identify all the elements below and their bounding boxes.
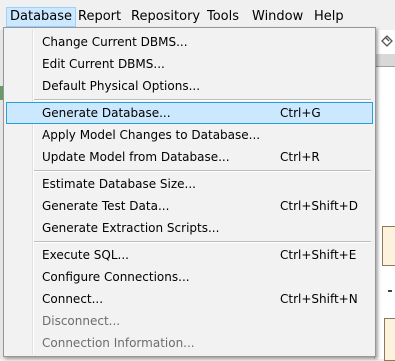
background-dot [388,290,392,292]
background-toolbar-strip [374,54,395,67]
menu-item-edit-current-dbms[interactable]: Edit Current DBMS... [6,53,373,75]
menu-tools[interactable]: Tools [203,8,243,26]
menu-item-label: Estimate Database Size... [42,177,196,191]
menu-item-label: Execute SQL... [42,248,129,262]
menu-report[interactable]: Report [74,8,125,26]
menu-item-connect[interactable]: Connect... Ctrl+Shift+N [6,288,373,310]
menu-item-label: Configure Connections... [42,270,190,284]
menu-item-label: Generate Extraction Scripts... [42,221,220,235]
toolbar-tool-icon[interactable] [380,33,394,47]
menu-item-label: Connect... [42,292,104,306]
menu-item-label: Disconnect... [42,314,121,328]
menu-item-label: Change Current DBMS... [42,35,188,49]
menu-item-label: Apply Model Changes to Database... [42,128,261,142]
menu-item-apply-model-changes[interactable]: Apply Model Changes to Database... [6,124,373,146]
menu-bar: Database Report Repository Tools Window … [0,0,395,30]
menu-window[interactable]: Window [248,8,307,26]
menu-item-default-physical-options[interactable]: Default Physical Options... [6,75,373,97]
menu-separator [34,99,371,101]
database-dropdown-menu: Change Current DBMS... Edit Current DBMS… [3,27,376,357]
menu-item-shortcut: Ctrl+R [280,150,320,164]
menu-help[interactable]: Help [310,8,348,26]
menu-item-update-model-from-database[interactable]: Update Model from Database... Ctrl+R [6,146,373,168]
menu-item-label: Generate Test Data... [42,199,170,213]
menu-item-shortcut: Ctrl+G [280,106,321,120]
background-diagram-area [374,30,395,359]
menu-item-label: Generate Database... [42,106,171,120]
menu-item-generate-database[interactable]: Generate Database... Ctrl+G [6,102,373,124]
menu-item-connection-information[interactable]: Connection Information... [6,332,373,354]
menu-item-estimate-database-size[interactable]: Estimate Database Size... [6,173,373,195]
menu-separator [34,241,371,243]
menu-item-label: Default Physical Options... [42,79,201,93]
menu-item-generate-test-data[interactable]: Generate Test Data... Ctrl+Shift+D [6,195,373,217]
menu-item-configure-connections[interactable]: Configure Connections... [6,266,373,288]
menu-item-shortcut: Ctrl+Shift+D [280,199,358,213]
menu-item-execute-sql[interactable]: Execute SQL... Ctrl+Shift+E [6,244,373,266]
menu-item-disconnect[interactable]: Disconnect... [6,310,373,332]
background-table-symbol-2[interactable] [384,318,395,361]
menu-item-label: Connection Information... [42,336,195,350]
menu-item-label: Update Model from Database... [42,150,230,164]
menu-item-change-current-dbms[interactable]: Change Current DBMS... [6,31,373,53]
menu-database[interactable]: Database [6,7,77,27]
menu-separator [34,170,371,172]
menu-repository[interactable]: Repository [127,8,204,26]
menu-item-shortcut: Ctrl+Shift+N [280,292,358,306]
menu-item-label: Edit Current DBMS... [42,57,165,71]
menu-item-generate-extraction-scripts[interactable]: Generate Extraction Scripts... [6,217,373,239]
menu-item-shortcut: Ctrl+Shift+E [280,248,357,262]
background-table-symbol[interactable] [382,226,395,266]
